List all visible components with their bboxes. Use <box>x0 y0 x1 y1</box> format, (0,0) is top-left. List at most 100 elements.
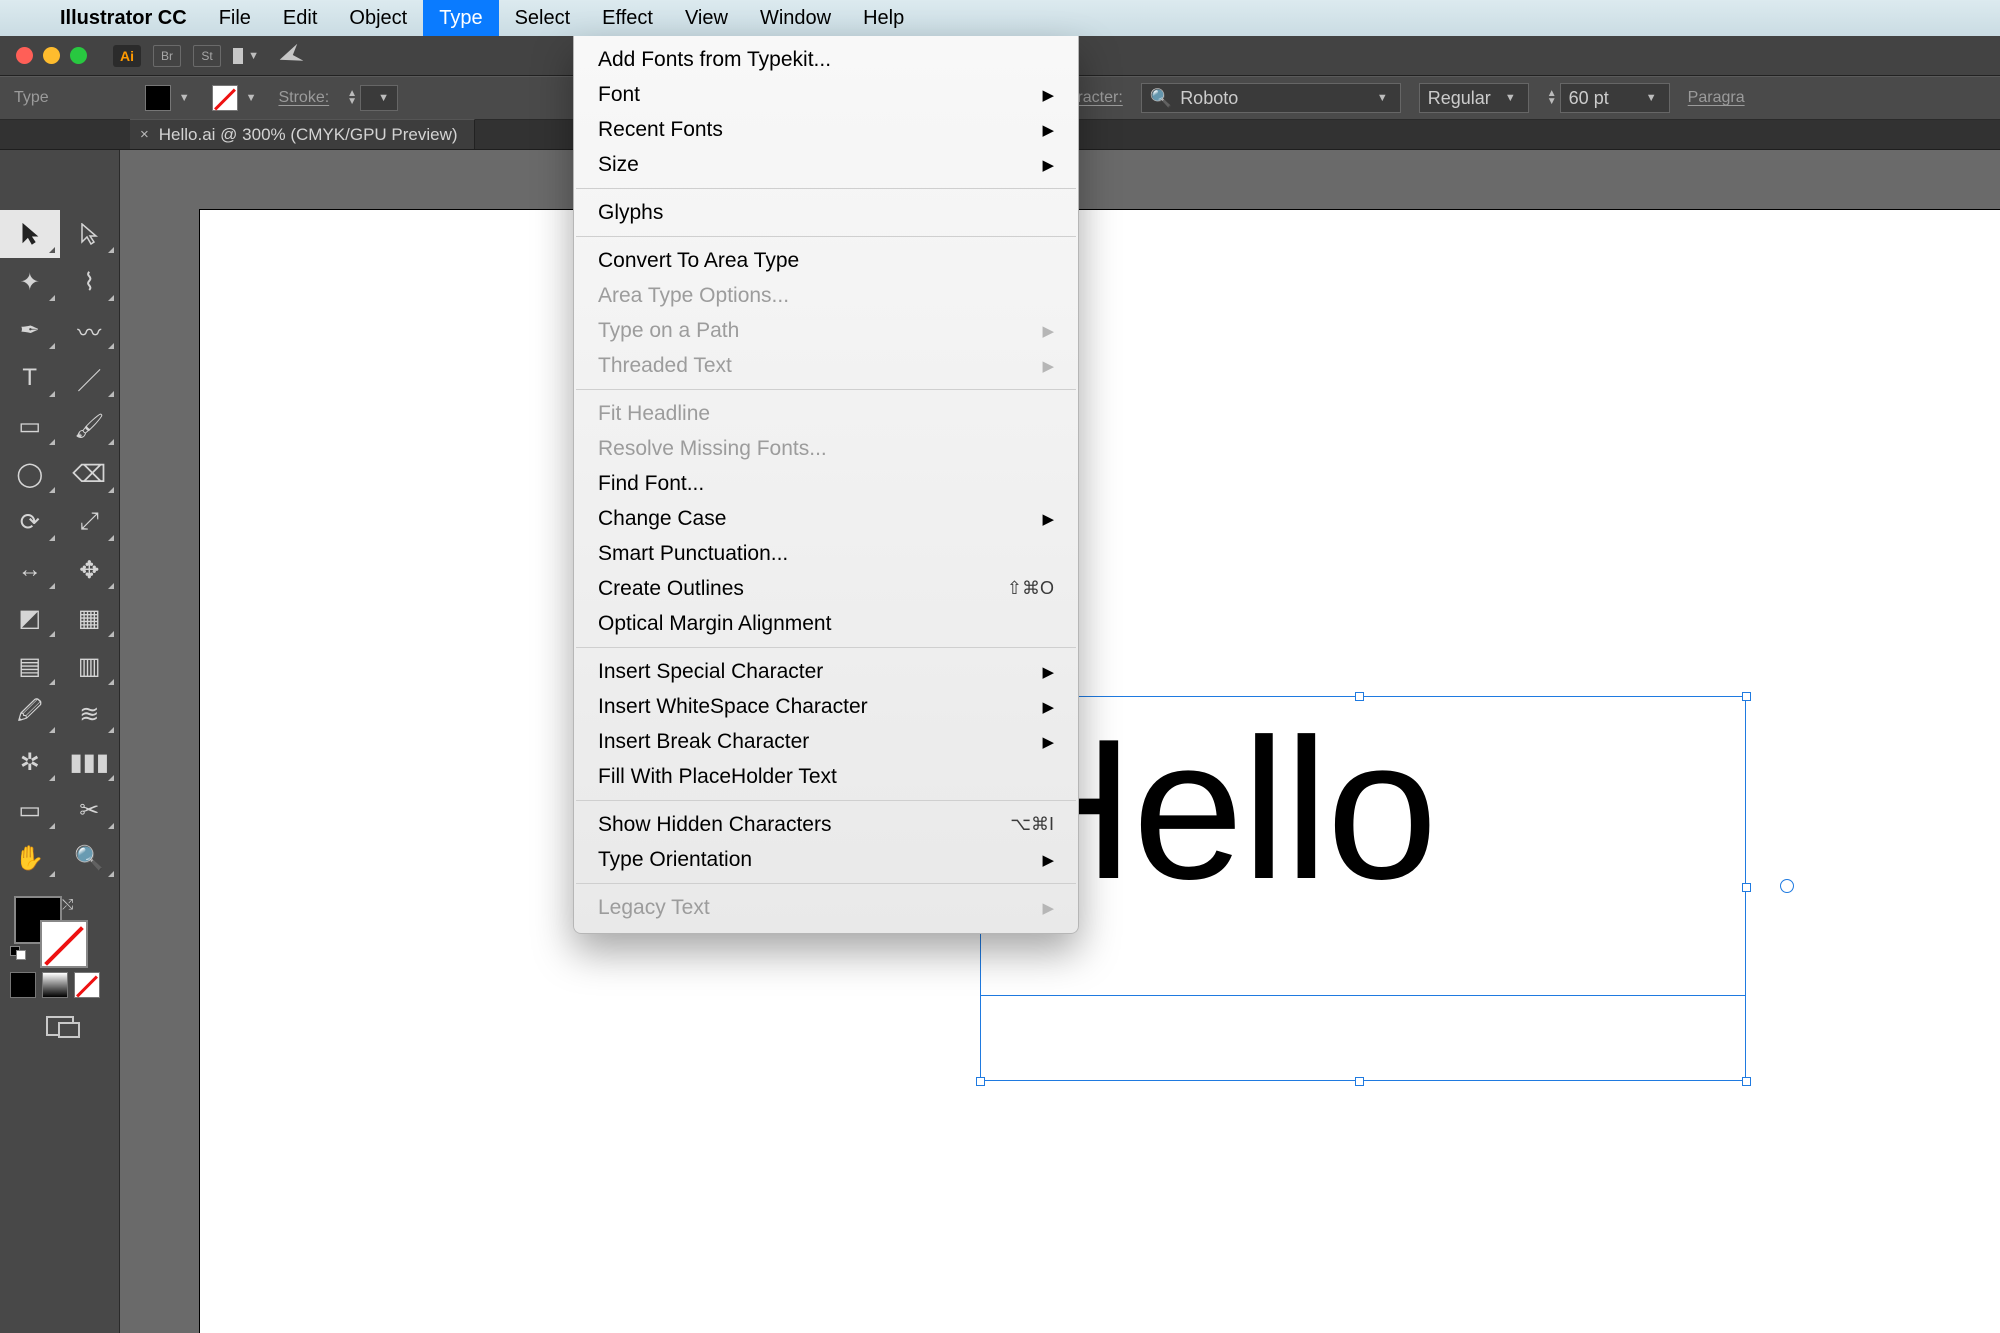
menuitem-insert-break-character[interactable]: Insert Break Character▶ <box>574 724 1078 759</box>
menuitem-glyphs[interactable]: Glyphs <box>574 195 1078 230</box>
menu-window[interactable]: Window <box>744 0 847 36</box>
stroke-weight-stepper[interactable]: ▲▼ <box>347 90 360 106</box>
menuitem-label: Resolve Missing Fonts... <box>598 437 827 461</box>
menuitem-create-outlines[interactable]: Create Outlines⇧⌘O <box>574 571 1078 606</box>
gradient-button[interactable] <box>42 972 68 998</box>
font-size-stepper[interactable]: ▲▼ <box>1547 90 1560 106</box>
font-style-field[interactable]: Regular ▼ <box>1419 83 1529 113</box>
submenu-arrow-icon: ▶ <box>1042 733 1054 751</box>
arrange-documents-button[interactable]: ▼ <box>233 45 263 67</box>
artboard[interactable]: Hello <box>200 210 2000 1333</box>
none-button[interactable] <box>74 972 100 998</box>
close-window-button[interactable] <box>16 47 33 64</box>
tool-perspective[interactable]: ▦ <box>60 594 120 642</box>
share-button[interactable] <box>272 40 308 71</box>
menuitem-convert-to-area-type[interactable]: Convert To Area Type <box>574 243 1078 278</box>
tool-hand[interactable]: ✋ <box>0 834 60 882</box>
tool-pen[interactable]: ✒ <box>0 306 60 354</box>
tool-zoom[interactable]: 🔍 <box>60 834 120 882</box>
resize-handle[interactable] <box>1742 692 1751 701</box>
menuitem-label: Smart Punctuation... <box>598 542 788 566</box>
submenu-arrow-icon: ▶ <box>1042 86 1054 104</box>
resize-handle[interactable] <box>1355 1077 1364 1086</box>
tool-rectangle[interactable]: ▭ <box>0 402 60 450</box>
tool-artboard[interactable]: ▭ <box>0 786 60 834</box>
menu-file[interactable]: File <box>203 0 267 36</box>
menu-object[interactable]: Object <box>333 0 423 36</box>
close-tab-icon[interactable]: × <box>140 126 149 143</box>
tool-gradient[interactable]: ▥ <box>60 642 120 690</box>
document-tab[interactable]: × Hello.ai @ 300% (CMYK/GPU Preview) <box>130 119 475 149</box>
fill-color-swatch[interactable]: ▼ <box>145 85 194 111</box>
menuitem-show-hidden-characters[interactable]: Show Hidden Characters⌥⌘I <box>574 807 1078 842</box>
menuitem-change-case[interactable]: Change Case▶ <box>574 501 1078 536</box>
menuitem-insert-special-character[interactable]: Insert Special Character▶ <box>574 654 1078 689</box>
tool-direct-selection[interactable] <box>60 210 120 258</box>
tool-width[interactable]: ↔ <box>0 546 60 594</box>
stroke-color-swatch[interactable]: ▼ <box>212 85 261 111</box>
tool-line[interactable]: ／ <box>60 354 120 402</box>
menu-view[interactable]: View <box>669 0 744 36</box>
menuitem-add-fonts-from-typekit[interactable]: Add Fonts from Typekit... <box>574 42 1078 77</box>
tool-flyout-indicator-icon <box>108 871 114 877</box>
menuitem-fit-headline: Fit Headline <box>574 396 1078 431</box>
minimize-window-button[interactable] <box>43 47 60 64</box>
menuitem-size[interactable]: Size▶ <box>574 147 1078 182</box>
tool-curvature[interactable]: 〰 <box>60 306 120 354</box>
tool-symbol-sprayer[interactable]: ✲ <box>0 738 60 786</box>
menuitem-smart-punctuation[interactable]: Smart Punctuation... <box>574 536 1078 571</box>
tool-magic-wand[interactable]: ✦ <box>0 258 60 306</box>
submenu-arrow-icon: ▶ <box>1042 663 1054 681</box>
menu-help[interactable]: Help <box>847 0 920 36</box>
default-fill-stroke-icon[interactable] <box>10 946 26 962</box>
tool-paintbrush[interactable]: 🖌 <box>60 402 120 450</box>
tool-shaper[interactable]: ◯ <box>0 450 60 498</box>
menuitem-optical-margin-alignment[interactable]: Optical Margin Alignment <box>574 606 1078 641</box>
tool-eraser[interactable]: ⌫ <box>60 450 120 498</box>
paragraph-panel-link[interactable]: Paragra <box>1688 89 1745 107</box>
resize-handle[interactable] <box>1742 1077 1751 1086</box>
tool-type[interactable]: T <box>0 354 60 402</box>
resize-handle[interactable] <box>976 1077 985 1086</box>
tool-blend[interactable]: ≋ <box>60 690 120 738</box>
zoom-window-button[interactable] <box>70 47 87 64</box>
menu-effect[interactable]: Effect <box>586 0 669 36</box>
stock-button[interactable]: St <box>193 45 221 67</box>
menu-select[interactable]: Select <box>499 0 587 36</box>
menuitem-insert-whitespace-character[interactable]: Insert WhiteSpace Character▶ <box>574 689 1078 724</box>
tool-selection[interactable] <box>0 210 60 258</box>
menu-type[interactable]: Type <box>423 0 498 36</box>
tool-lasso[interactable]: ⌇ <box>60 258 120 306</box>
fill-stroke-control[interactable]: ⤭ <box>0 890 119 968</box>
resize-handle[interactable] <box>1742 883 1751 892</box>
menuitem-fill-with-placeholder-text[interactable]: Fill With PlaceHolder Text <box>574 759 1078 794</box>
stroke-weight-field[interactable]: ▼ <box>360 85 398 111</box>
tool-slice[interactable]: ✂ <box>60 786 120 834</box>
font-size-field[interactable]: 60 pt ▼ <box>1560 83 1670 113</box>
bridge-button[interactable]: Br <box>153 45 181 67</box>
tool-mesh[interactable]: ▤ <box>0 642 60 690</box>
color-button[interactable] <box>10 972 36 998</box>
tool-shape-builder[interactable]: ◩ <box>0 594 60 642</box>
swap-fill-stroke-icon[interactable]: ⤭ <box>62 896 73 913</box>
window-controls <box>10 47 87 64</box>
menu-separator <box>576 188 1076 189</box>
object-type-label: Type <box>14 89 49 107</box>
stroke-swatch[interactable] <box>40 920 88 968</box>
tool-free-transform[interactable]: ✥ <box>60 546 120 594</box>
menu-edit[interactable]: Edit <box>267 0 333 36</box>
stroke-panel-link[interactable]: Stroke: <box>278 89 329 107</box>
font-family-field[interactable]: 🔍 Roboto ▼ <box>1141 83 1401 113</box>
tool-eyedropper[interactable]: 🖉 <box>0 690 60 738</box>
tool-rotate[interactable]: ⟳ <box>0 498 60 546</box>
menuitem-type-orientation[interactable]: Type Orientation▶ <box>574 842 1078 877</box>
menuitem-recent-fonts[interactable]: Recent Fonts▶ <box>574 112 1078 147</box>
app-name[interactable]: Illustrator CC <box>44 7 203 30</box>
tool-scale[interactable]: ⤢ <box>60 498 120 546</box>
menuitem-font[interactable]: Font▶ <box>574 77 1078 112</box>
menuitem-label: Glyphs <box>598 201 663 225</box>
text-thread-port[interactable] <box>1780 879 1794 893</box>
tool-column-graph[interactable]: ▮▮▮ <box>60 738 120 786</box>
screen-mode-button[interactable] <box>0 1002 119 1036</box>
menuitem-find-font[interactable]: Find Font... <box>574 466 1078 501</box>
